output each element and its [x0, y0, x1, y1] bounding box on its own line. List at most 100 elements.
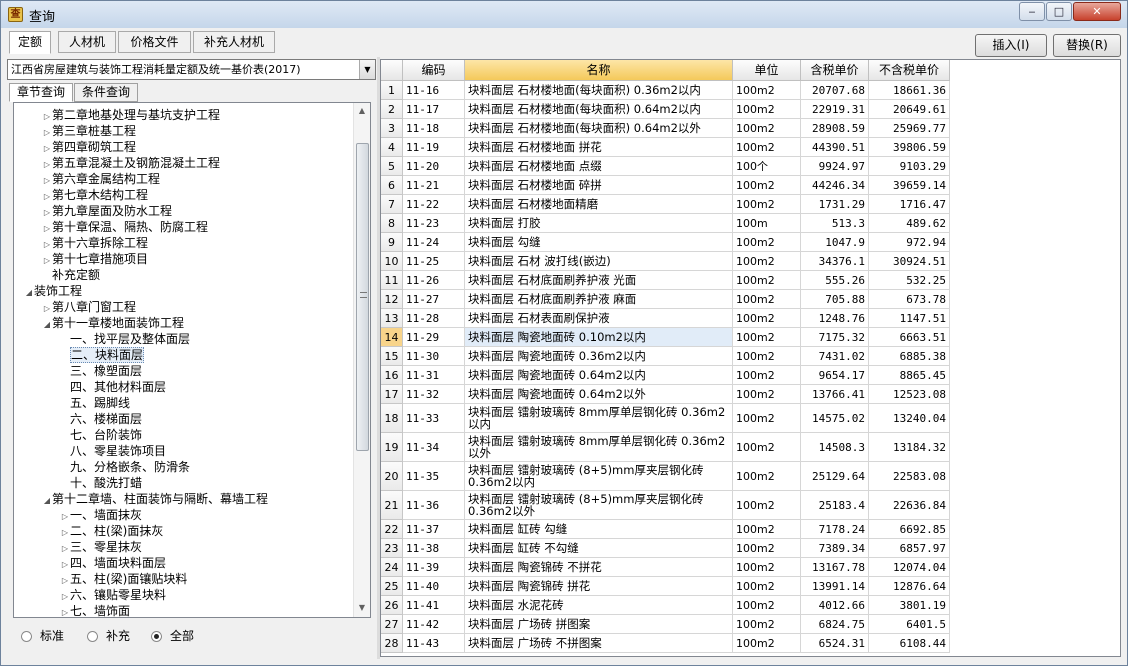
- tree-item-label: 五、踢脚线: [70, 396, 131, 410]
- tree-item[interactable]: ▷ 四、墙面块料面层: [60, 555, 166, 571]
- table-row[interactable]: 16 11-31 块料面层 陶瓷地面砖 0.64m2以内 100m2 9654.17 88…: [381, 366, 1120, 385]
- tree-item[interactable]: 十、酸洗打蜡: [60, 475, 142, 491]
- tree-item[interactable]: ▷ 第十六章拆除工程: [42, 235, 148, 251]
- tree-item[interactable]: 八、零星装饰项目: [60, 443, 166, 459]
- tree-item[interactable]: ◢ 装饰工程: [24, 283, 82, 299]
- quota-library-select[interactable]: 江西省房屋建筑与装饰工程消耗量定额及统一基价表(2017) ▼: [7, 59, 376, 80]
- table-row[interactable]: 19 11-34 块料面层 镭射玻璃砖 8mm厚单层钢化砖 0.36m2以外 100m…: [381, 433, 1120, 462]
- table-row[interactable]: 3 11-18 块料面层 石材楼地面(每块面积) 0.64m2以外 100m2 2890…: [381, 119, 1120, 138]
- chevron-down-icon[interactable]: ▼: [359, 60, 375, 79]
- tree-item[interactable]: ▷ 六、镶贴零星块料: [60, 587, 166, 603]
- maximize-button[interactable]: □: [1046, 2, 1072, 21]
- table-row[interactable]: 14 11-29 块料面层 陶瓷地面砖 0.10m2以内 100m2 7175.32 66…: [381, 328, 1120, 347]
- tree-item[interactable]: ▷ 五、柱(梁)面镶贴块料: [60, 571, 187, 587]
- collapse-arrow-icon[interactable]: ◢: [42, 317, 52, 333]
- minimize-button[interactable]: ‒: [1019, 2, 1045, 21]
- tree-item[interactable]: 九、分格嵌条、防滑条: [60, 459, 190, 475]
- tree-item[interactable]: ◢ 第十二章墙、柱面装饰与隔断、幕墙工程: [42, 491, 268, 507]
- table-row[interactable]: 1 11-16 块料面层 石材楼地面(每块面积) 0.36m2以内 100m2 2070…: [381, 81, 1120, 100]
- tree-item[interactable]: 一、找平层及整体面层: [60, 331, 190, 347]
- radio-label: 标准: [40, 629, 65, 643]
- tree-item[interactable]: ▷ 第十七章措施项目: [42, 251, 148, 267]
- header-code[interactable]: 编码: [403, 60, 465, 81]
- scroll-down-icon[interactable]: ▼: [354, 600, 370, 616]
- tree-item[interactable]: ▷ 三、零星抹灰: [60, 539, 142, 555]
- tree-item[interactable]: ▷ 第八章门窗工程: [42, 299, 136, 315]
- tree-item[interactable]: ▷ 第五章混凝土及钢筋混凝土工程: [42, 155, 220, 171]
- row-number: 26: [381, 596, 403, 615]
- table-row[interactable]: 25 11-40 块料面层 陶瓷锦砖 拼花 100m2 13991.14 12876.64: [381, 577, 1120, 596]
- tree-item[interactable]: 补充定额: [42, 267, 100, 283]
- row-number: 17: [381, 385, 403, 404]
- close-button[interactable]: ✕: [1073, 2, 1121, 21]
- tree-item[interactable]: ▷ 二、柱(梁)面抹灰: [60, 523, 163, 539]
- cell-price-tax: 13167.78: [801, 558, 869, 577]
- tree-item[interactable]: ▷ 第三章桩基工程: [42, 123, 136, 139]
- table-row[interactable]: 6 11-21 块料面层 石材楼地面 碎拼 100m2 44246.34 39659.14: [381, 176, 1120, 195]
- tree-item[interactable]: 六、楼梯面层: [60, 411, 142, 427]
- table-row[interactable]: 11 11-26 块料面层 石材底面刷养护液 光面 100m2 555.26 532.25: [381, 271, 1120, 290]
- tree-item[interactable]: ▷ 第九章屋面及防水工程: [42, 203, 172, 219]
- row-number: 18: [381, 404, 403, 433]
- tree-item[interactable]: 五、踢脚线: [60, 395, 130, 411]
- cell-price-tax: 28908.59: [801, 119, 869, 138]
- header-unit[interactable]: 单位: [733, 60, 801, 81]
- tree-item[interactable]: 二、块料面层: [60, 347, 145, 363]
- cell-price-tax: 14508.3: [801, 433, 869, 462]
- table-row[interactable]: 2 11-17 块料面层 石材楼地面(每块面积) 0.64m2以内 100m2 2291…: [381, 100, 1120, 119]
- scroll-thumb[interactable]: [356, 143, 369, 451]
- tab-labor-material-machine[interactable]: 人材机: [58, 31, 116, 53]
- table-row[interactable]: 22 11-37 块料面层 缸砖 勾缝 100m2 7178.24 6692.85: [381, 520, 1120, 539]
- tab-quota[interactable]: 定额: [9, 31, 51, 54]
- table-row[interactable]: 18 11-33 块料面层 镭射玻璃砖 8mm厚单层钢化砖 0.36m2以内 100m…: [381, 404, 1120, 433]
- tree-scrollbar[interactable]: ▲ ▼: [353, 103, 370, 617]
- header-price-notax[interactable]: 不含税单价: [869, 60, 950, 81]
- tab-price-file[interactable]: 价格文件: [118, 31, 191, 53]
- radio-all[interactable]: 全部: [151, 627, 194, 645]
- row-number: 14: [381, 328, 403, 347]
- table-row[interactable]: 5 11-20 块料面层 石材楼地面 点缀 100个 9924.97 9103.29: [381, 157, 1120, 176]
- table-row[interactable]: 26 11-41 块料面层 水泥花砖 100m2 4012.66 3801.19: [381, 596, 1120, 615]
- tree-item[interactable]: ◢ 第十一章楼地面装饰工程: [42, 315, 184, 331]
- scroll-up-icon[interactable]: ▲: [354, 103, 370, 119]
- table-row[interactable]: 7 11-22 块料面层 石材楼地面精磨 100m2 1731.29 1716.47: [381, 195, 1120, 214]
- insert-button[interactable]: 插入(I): [975, 34, 1047, 57]
- table-row[interactable]: 23 11-38 块料面层 缸砖 不勾缝 100m2 7389.34 6857.97: [381, 539, 1120, 558]
- tree-item[interactable]: ▷ 第二章地基处理与基坑支护工程: [42, 107, 220, 123]
- table-row[interactable]: 4 11-19 块料面层 石材楼地面 拼花 100m2 44390.51 39806.59: [381, 138, 1120, 157]
- tree-item[interactable]: 三、橡塑面层: [60, 363, 142, 379]
- expand-arrow-icon[interactable]: ▷: [60, 605, 70, 617]
- tree-item[interactable]: ▷ 第七章木结构工程: [42, 187, 148, 203]
- tree-item[interactable]: ▷ 第六章金属结构工程: [42, 171, 160, 187]
- table-row[interactable]: 10 11-25 块料面层 石材 波打线(嵌边) 100m2 34376.1 30924.…: [381, 252, 1120, 271]
- radio-standard[interactable]: 标准: [21, 627, 64, 645]
- radio-supplementary[interactable]: 补充: [87, 627, 130, 645]
- tree-item[interactable]: ▷ 一、墙面抹灰: [60, 507, 142, 523]
- tree-item[interactable]: 四、其他材料面层: [60, 379, 166, 395]
- tab-condition-query[interactable]: 条件查询: [74, 83, 138, 102]
- collapse-arrow-icon[interactable]: ◢: [24, 285, 34, 301]
- table-row[interactable]: 21 11-36 块料面层 镭射玻璃砖 (8+5)mm厚夹层钢化砖 0.36m2以外…: [381, 491, 1120, 520]
- table-row[interactable]: 9 11-24 块料面层 勾缝 100m2 1047.9 972.94: [381, 233, 1120, 252]
- table-row[interactable]: 8 11-23 块料面层 打胶 100m 513.3 489.62: [381, 214, 1120, 233]
- table-row[interactable]: 28 11-43 块料面层 广场砖 不拼图案 100m2 6524.31 6108.44: [381, 634, 1120, 653]
- table-row[interactable]: 12 11-27 块料面层 石材底面刷养护液 麻面 100m2 705.88 673.78: [381, 290, 1120, 309]
- tab-supplementary-lmm[interactable]: 补充人材机: [193, 31, 275, 53]
- header-name[interactable]: 名称: [465, 60, 733, 81]
- tree-item[interactable]: 七、台阶装饰: [60, 427, 142, 443]
- replace-button[interactable]: 替换(R): [1053, 34, 1121, 57]
- table-row[interactable]: 15 11-30 块料面层 陶瓷地面砖 0.36m2以内 100m2 7431.02 68…: [381, 347, 1120, 366]
- table-row[interactable]: 27 11-42 块料面层 广场砖 拼图案 100m2 6824.75 6401.5: [381, 615, 1120, 634]
- header-price-tax[interactable]: 含税单价: [801, 60, 869, 81]
- tree-item[interactable]: ▷ 第十章保温、隔热、防腐工程: [42, 219, 208, 235]
- tab-chapter-query[interactable]: 章节查询: [9, 83, 73, 102]
- tree-items: ▷ 第二章地基处理与基坑支护工程 ▷ 第三章桩基工程 ▷ 第四章砌筑工程 ▷ 第五章混凝土及钢…: [14, 103, 354, 617]
- table-row[interactable]: 20 11-35 块料面层 镭射玻璃砖 (8+5)mm厚夹层钢化砖 0.36m2以内…: [381, 462, 1120, 491]
- tree-item[interactable]: ▷ 七、墙饰面: [60, 603, 130, 617]
- cell-price-tax: 1047.9: [801, 233, 869, 252]
- table-row[interactable]: 24 11-39 块料面层 陶瓷锦砖 不拼花 100m2 13167.78 12074.0…: [381, 558, 1120, 577]
- collapse-arrow-icon[interactable]: ◢: [42, 493, 52, 509]
- table-row[interactable]: 13 11-28 块料面层 石材表面刷保护液 100m2 1248.76 1147.51: [381, 309, 1120, 328]
- table-row[interactable]: 17 11-32 块料面层 陶瓷地面砖 0.64m2以外 100m2 13766.41 1…: [381, 385, 1120, 404]
- tree-item[interactable]: ▷ 第四章砌筑工程: [42, 139, 136, 155]
